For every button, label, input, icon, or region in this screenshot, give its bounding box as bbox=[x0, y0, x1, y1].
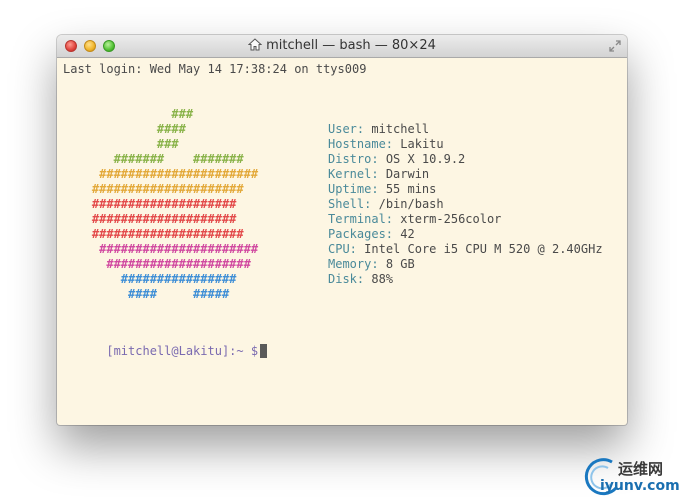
info-row: Memory: 8 GB bbox=[328, 257, 415, 272]
logo-line: #### ##### bbox=[63, 287, 230, 301]
info-value: 88% bbox=[371, 272, 394, 286]
info-row: Kernel: Darwin bbox=[328, 167, 429, 182]
home-icon bbox=[248, 38, 263, 51]
info-value: OS X 10.9.2 bbox=[385, 152, 466, 166]
prompt-line[interactable]: [mitchell@Lakitu]:~ $ bbox=[63, 329, 268, 374]
info-key: Packages: bbox=[328, 227, 394, 241]
terminal-window: mitchell — bash — 80×24 Last login: Wed … bbox=[57, 35, 627, 425]
logo-line: #################### bbox=[63, 257, 251, 271]
logo-line: ###################### bbox=[63, 167, 259, 181]
info-key: Disk: bbox=[328, 272, 365, 286]
logo-line: #### bbox=[63, 122, 186, 136]
logo-line: ##################### bbox=[63, 227, 244, 241]
logo-line: ### bbox=[63, 107, 194, 121]
logo-line: ### bbox=[63, 137, 179, 151]
info-value: xterm-256color bbox=[400, 212, 502, 226]
info-key: Hostname: bbox=[328, 137, 394, 151]
logo-line: ###################### bbox=[63, 242, 259, 256]
logo-line: ##################### bbox=[63, 182, 244, 196]
info-value: Lakitu bbox=[400, 137, 444, 151]
logo-line: #################### bbox=[63, 197, 237, 211]
info-row: CPU: Intel Core i5 CPU M 520 @ 2.40GHz bbox=[328, 242, 603, 257]
logo-line: #################### bbox=[63, 212, 237, 226]
terminal-content[interactable]: Last login: Wed May 14 17:38:24 on ttys0… bbox=[63, 59, 627, 425]
info-key: Terminal: bbox=[328, 212, 394, 226]
info-key: Memory: bbox=[328, 257, 379, 271]
info-value: Intel Core i5 CPU M 520 @ 2.40GHz bbox=[364, 242, 603, 256]
info-key: Uptime: bbox=[328, 182, 379, 196]
info-row: Packages: 42 bbox=[328, 227, 415, 242]
info-row: Disk: 88% bbox=[328, 272, 393, 287]
shell-prompt: [mitchell@Lakitu]:~ $ bbox=[106, 344, 259, 358]
info-value: Darwin bbox=[385, 167, 430, 181]
info-key: User: bbox=[328, 122, 365, 136]
info-key: Distro: bbox=[328, 152, 379, 166]
info-row: Distro: OS X 10.9.2 bbox=[328, 152, 465, 167]
last-login-line: Last login: Wed May 14 17:38:24 on ttys0… bbox=[63, 62, 367, 76]
info-row: Uptime: 55 mins bbox=[328, 182, 436, 197]
info-value: /bin/bash bbox=[378, 197, 444, 211]
info-value: 55 mins bbox=[385, 182, 437, 196]
info-row: Terminal: xterm-256color bbox=[328, 212, 501, 227]
info-row: User: mitchell bbox=[328, 122, 429, 137]
watermark-cn-text: 运维网 bbox=[618, 460, 664, 478]
info-value: mitchell bbox=[371, 122, 430, 136]
info-value: 42 bbox=[400, 227, 415, 241]
info-key: CPU: bbox=[328, 242, 357, 256]
info-row: Shell: /bin/bash bbox=[328, 197, 444, 212]
info-value: 8 GB bbox=[385, 257, 415, 271]
window-title-wrap: mitchell — bash — 80×24 bbox=[57, 35, 627, 57]
window-title: mitchell — bash — 80×24 bbox=[266, 38, 436, 53]
info-key: Kernel: bbox=[328, 167, 379, 181]
fullscreen-icon[interactable] bbox=[609, 40, 621, 52]
watermark-url-text: iyunv.com bbox=[600, 478, 680, 494]
title-bar[interactable]: mitchell — bash — 80×24 bbox=[57, 35, 627, 58]
info-row: Hostname: Lakitu bbox=[328, 137, 444, 152]
info-key: Shell: bbox=[328, 197, 372, 211]
logo-line: ####### ####### bbox=[63, 152, 244, 166]
watermark: 运维网 iyunv.com bbox=[580, 456, 684, 504]
logo-line: ################ bbox=[63, 272, 237, 286]
text-cursor bbox=[260, 344, 268, 358]
